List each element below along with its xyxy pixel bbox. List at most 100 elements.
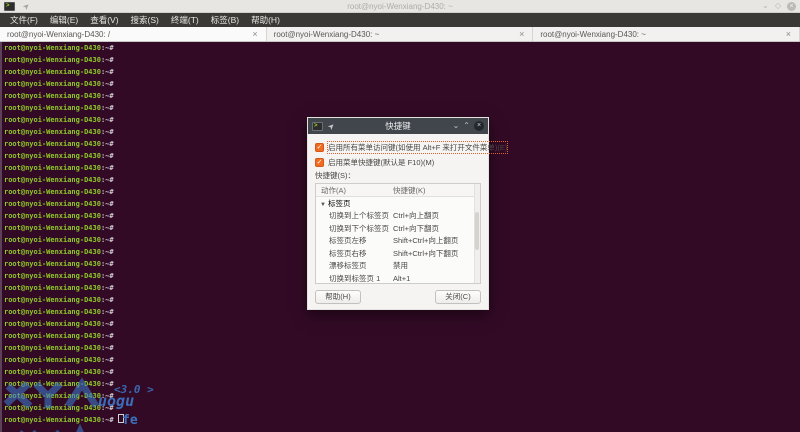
prompt-user-host: root@nyoi-Wenxiang-D430 [4, 380, 101, 388]
menu-item-4[interactable]: 终端(T) [166, 13, 204, 27]
prompt-suffix: :~# [101, 344, 114, 352]
prompt-user-host: root@nyoi-Wenxiang-D430 [4, 236, 101, 244]
prompt-user-host: root@nyoi-Wenxiang-D430 [4, 356, 101, 364]
shortcut-row[interactable]: 漂移标签页禁用 [316, 260, 480, 273]
prompt-user-host: root@nyoi-Wenxiang-D430 [4, 164, 101, 172]
prompt-user-host: root@nyoi-Wenxiang-D430 [4, 92, 101, 100]
prompt-suffix: :~# [101, 44, 114, 52]
prompt-suffix: :~# [101, 236, 114, 244]
shortcut-row[interactable]: 切换到标签页 1Alt+1 [316, 273, 480, 285]
prompt-suffix: :~# [101, 116, 114, 124]
shortcuts-dialog: ➤ 快捷键 ⌄ ⌃ × ✓ 启用所有菜单访问键(如使用 Alt+F 来打开文件菜… [307, 117, 489, 310]
prompt-suffix: :~# [101, 164, 114, 172]
prompt-user-host: root@nyoi-Wenxiang-D430 [4, 152, 101, 160]
shortcut-row[interactable]: 标签页左移Shift+Ctrl+向上翻页 [316, 235, 480, 248]
prompt-user-host: root@nyoi-Wenxiang-D430 [4, 416, 101, 424]
shortcut-binding: 禁用 [393, 260, 480, 273]
prompt-suffix: :~# [101, 92, 114, 100]
tab-label: root@nyoi-Wenxiang-D430: ~ [540, 30, 646, 39]
prompt-suffix: :~# [101, 140, 114, 148]
terminal-tab-1[interactable]: root@nyoi-Wenxiang-D430: ~ × [267, 27, 534, 41]
dialog-close-button[interactable]: × [474, 121, 484, 131]
shade-button[interactable]: ⌄ [453, 122, 460, 130]
group-row-tabs[interactable]: ▼标签页 [316, 197, 480, 210]
shortcut-list-header: 动作(A) 快捷键(K) [316, 184, 480, 197]
menu-item-0[interactable]: 文件(F) [5, 13, 43, 27]
terminal-tab-2[interactable]: root@nyoi-Wenxiang-D430: ~ × [533, 27, 800, 41]
menu-item-6[interactable]: 帮助(H) [246, 13, 285, 27]
menu-shortcut-key-checkbox[interactable]: ✓ [315, 158, 324, 167]
terminal-tab-0[interactable]: root@nyoi-Wenxiang-D430: / × [0, 27, 267, 41]
prompt-suffix: :~# [101, 188, 114, 196]
prompt-user-host: root@nyoi-Wenxiang-D430 [4, 404, 101, 412]
terminal-prompt-line: root@nyoi-Wenxiang-D430:~# [2, 402, 800, 414]
expander-triangle-icon[interactable]: ▼ [320, 202, 326, 208]
menu-shortcut-key-label[interactable]: 启用菜单快捷键(默认是 F10)(M) [328, 157, 434, 168]
prompt-suffix: :~# [101, 260, 114, 268]
shortcut-binding: Shift+Ctrl+向下翻页 [393, 248, 480, 261]
menu-item-1[interactable]: 编辑(E) [45, 13, 83, 27]
help-button[interactable]: 帮助(H) [315, 290, 361, 304]
shortcut-row[interactable]: 标签页右移Shift+Ctrl+向下翻页 [316, 248, 480, 261]
close-dialog-button[interactable]: 关闭(C) [435, 290, 481, 304]
list-scrollbar-thumb[interactable] [475, 212, 479, 250]
prompt-suffix: :~# [101, 248, 114, 256]
prompt-suffix: :~# [101, 80, 114, 88]
shortcut-row[interactable]: 切换到上个标签页Ctrl+向上翻页 [316, 210, 480, 223]
menu-access-keys-label[interactable]: 启用所有菜单访问键(如使用 Alt+F 来打开文件菜单)(E) [328, 142, 507, 153]
prompt-suffix: :~# [101, 296, 114, 304]
prompt-user-host: root@nyoi-Wenxiang-D430 [4, 116, 101, 124]
prompt-user-host: root@nyoi-Wenxiang-D430 [4, 392, 101, 400]
column-header-action[interactable]: 动作(A) [316, 184, 393, 196]
prompt-suffix: :~# [101, 68, 114, 76]
prompt-user-host: root@nyoi-Wenxiang-D430 [4, 284, 101, 292]
column-header-shortcut[interactable]: 快捷键(K) [393, 184, 480, 196]
terminal-prompt-line: root@nyoi-Wenxiang-D430:~# [2, 330, 800, 342]
unshade-button[interactable]: ⌃ [463, 122, 470, 130]
shortcut-binding: Ctrl+向上翻页 [393, 210, 480, 223]
pin-icon[interactable]: ➤ [326, 120, 337, 131]
shortcut-row[interactable]: 切换到下个标签页Ctrl+向下翻页 [316, 223, 480, 236]
minimize-button[interactable]: ⌄ [762, 2, 769, 10]
close-button[interactable]: × [787, 2, 796, 11]
terminal-prompt-line: root@nyoi-Wenxiang-D430:~# [2, 78, 800, 90]
prompt-suffix: :~# [101, 200, 114, 208]
prompt-user-host: root@nyoi-Wenxiang-D430 [4, 104, 101, 112]
menu-item-2[interactable]: 查看(V) [85, 13, 123, 27]
terminal-prompt-line: root@nyoi-Wenxiang-D430:~# [2, 366, 800, 378]
prompt-suffix: :~# [101, 320, 114, 328]
shortcut-list: 动作(A) 快捷键(K) ▼标签页 切换到上个标签页Ctrl+向上翻页切换到下个… [315, 183, 481, 284]
menu-access-keys-row: ✓ 启用所有菜单访问键(如使用 Alt+F 来打开文件菜单)(E) [315, 140, 481, 155]
terminal-cursor [118, 414, 124, 423]
menubar: 文件(F)编辑(E)查看(V)搜索(S)终端(T)标签(B)帮助(H) [0, 13, 800, 27]
prompt-user-host: root@nyoi-Wenxiang-D430 [4, 260, 101, 268]
shortcut-binding: Shift+Ctrl+向上翻页 [393, 235, 480, 248]
menu-access-keys-checkbox[interactable]: ✓ [315, 143, 324, 152]
terminal-prompt-line: root@nyoi-Wenxiang-D430:~# [2, 66, 800, 78]
terminal-prompt-line: root@nyoi-Wenxiang-D430:~# [2, 42, 800, 54]
prompt-suffix: :~# [101, 272, 114, 280]
dialog-titlebar: ➤ 快捷键 ⌄ ⌃ × [308, 118, 488, 134]
tab-label: root@nyoi-Wenxiang-D430: ~ [274, 30, 380, 39]
menu-item-3[interactable]: 搜索(S) [126, 13, 164, 27]
shortcut-action: 标签页右移 [316, 248, 393, 261]
tab-close-icon[interactable]: × [785, 30, 792, 39]
prompt-suffix: :~# [101, 308, 114, 316]
window-title: root@nyoi-Wenxiang-D430: ~ [0, 2, 800, 11]
terminal-app-icon [4, 2, 15, 11]
prompt-suffix: :~# [101, 332, 114, 340]
prompt-user-host: root@nyoi-Wenxiang-D430 [4, 80, 101, 88]
prompt-user-host: root@nyoi-Wenxiang-D430 [4, 212, 101, 220]
tab-close-icon[interactable]: × [518, 30, 525, 39]
shortcut-list-label: 快捷键(S)： [315, 170, 481, 183]
prompt-suffix: :~# [101, 104, 114, 112]
prompt-user-host: root@nyoi-Wenxiang-D430 [4, 44, 101, 52]
tab-label: root@nyoi-Wenxiang-D430: / [7, 30, 110, 39]
menu-item-5[interactable]: 标签(B) [206, 13, 244, 27]
maximize-button[interactable]: ◇ [775, 2, 781, 10]
terminal-prompt-line: root@nyoi-Wenxiang-D430:~# [2, 342, 800, 354]
tab-close-icon[interactable]: × [251, 30, 258, 39]
pin-icon[interactable]: ➤ [21, 0, 32, 11]
list-scrollbar[interactable] [474, 184, 480, 283]
prompt-user-host: root@nyoi-Wenxiang-D430 [4, 368, 101, 376]
